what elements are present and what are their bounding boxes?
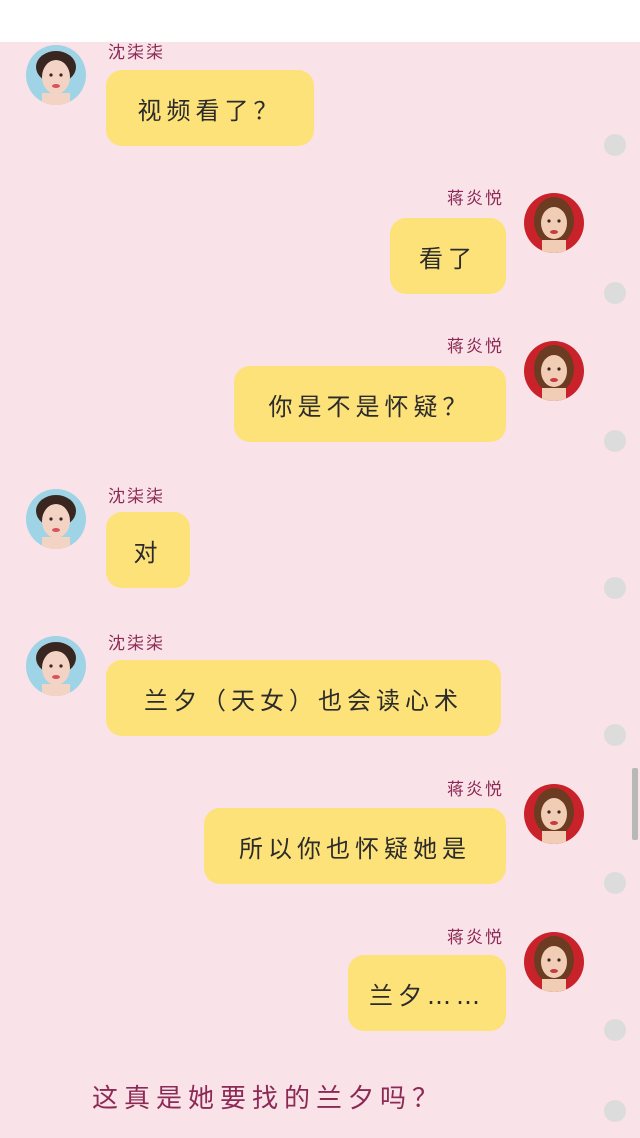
message-bubble[interactable]: 兰夕（天女）也会读心术 — [106, 660, 501, 736]
read-status-dot — [604, 430, 626, 452]
message-bubble[interactable]: 兰夕…… — [348, 955, 506, 1031]
sender-name: 蒋炎悦 — [447, 780, 504, 800]
read-status-dot — [604, 282, 626, 304]
avatar-icon-jiang-yanyue[interactable] — [524, 193, 584, 253]
message-bubble[interactable]: 看了 — [390, 218, 506, 294]
scrollbar[interactable] — [632, 768, 638, 840]
avatar-icon-jiang-yanyue[interactable] — [524, 932, 584, 992]
sender-name: 沈柒柒 — [108, 634, 165, 654]
sender-name: 沈柒柒 — [108, 487, 165, 507]
sender-name: 蒋炎悦 — [447, 189, 504, 209]
sender-name: 蒋炎悦 — [447, 337, 504, 357]
read-status-dot — [604, 577, 626, 599]
sender-name: 沈柒柒 — [108, 43, 165, 63]
read-status-dot — [604, 1019, 626, 1041]
avatar-icon-shen-qiqi[interactable] — [26, 45, 86, 105]
avatar-icon-jiang-yanyue[interactable] — [524, 784, 584, 844]
story-caption: 这真是她要找的兰夕吗？ — [92, 1084, 445, 1114]
message-bubble[interactable]: 所以你也怀疑她是 — [204, 808, 506, 884]
read-status-dot — [604, 872, 626, 894]
sender-name: 蒋炎悦 — [447, 928, 504, 948]
avatar-icon-jiang-yanyue[interactable] — [524, 341, 584, 401]
avatar-icon-shen-qiqi[interactable] — [26, 489, 86, 549]
read-status-dot — [604, 134, 626, 156]
message-bubble[interactable]: 对 — [106, 512, 190, 588]
message-bubble[interactable]: 视频看了？ — [106, 70, 314, 146]
message-bubble[interactable]: 你是不是怀疑？ — [234, 366, 506, 442]
read-status-dot — [604, 724, 626, 746]
read-status-dot — [604, 1100, 626, 1122]
avatar-icon-shen-qiqi[interactable] — [26, 636, 86, 696]
top-bar — [0, 0, 640, 42]
